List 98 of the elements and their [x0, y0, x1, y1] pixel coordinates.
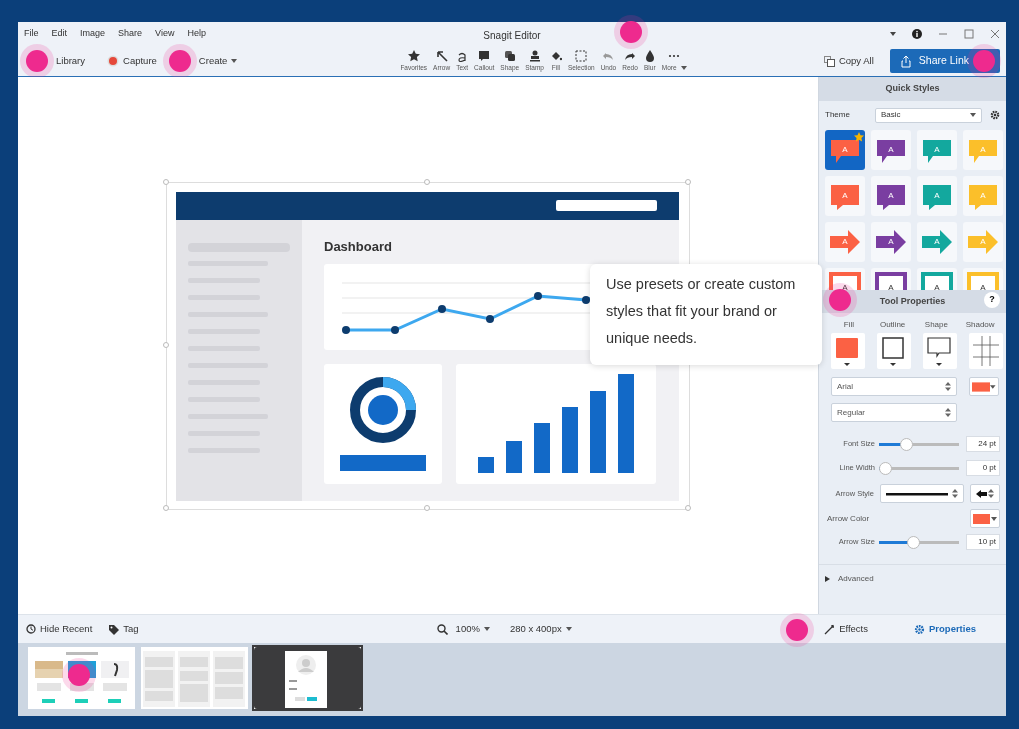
- shape-icon: [503, 49, 516, 62]
- style-label: Outline: [878, 319, 907, 331]
- panel-title: Quick Styles: [819, 77, 1006, 101]
- share-link-button[interactable]: Share Link: [889, 49, 1000, 73]
- menu-item[interactable]: Image: [80, 27, 106, 41]
- advanced-toggle[interactable]: Advanced: [819, 564, 1006, 593]
- color-swatch-icon: [972, 381, 991, 392]
- hotspot-marker[interactable]: [829, 288, 851, 311]
- library-button[interactable]: Library: [48, 53, 94, 69]
- stepper-icon: [952, 489, 959, 498]
- style-label: Shadow: [964, 319, 996, 331]
- tooltip: Use presets or create custom styles that fit your brand or unique needs.: [590, 264, 822, 365]
- menu-item[interactable]: Share: [118, 27, 143, 41]
- arrowhead-select[interactable]: [970, 484, 1000, 503]
- selection-icon: [575, 49, 588, 62]
- copy-icon: [823, 55, 835, 67]
- hotspot-marker[interactable]: [972, 50, 995, 73]
- share-icon: [900, 54, 911, 68]
- panel-title: Tool Properties: [879, 295, 946, 306]
- caret-icon: [483, 627, 490, 631]
- style-label: Fill: [842, 319, 855, 331]
- arrow-icon: [435, 49, 448, 62]
- info-icon[interactable]: [912, 29, 922, 39]
- star-icon: [407, 49, 420, 62]
- image-size-button[interactable]: 280 x 400px: [501, 621, 580, 637]
- search-icon[interactable]: [436, 623, 448, 635]
- style-preset[interactable]: A: [871, 129, 911, 170]
- dashboard-heading: Dashboard: [324, 238, 392, 254]
- hide-recent-button[interactable]: Hide Recent: [26, 621, 101, 637]
- style-preset[interactable]: A: [871, 175, 911, 216]
- caret-icon: [991, 516, 997, 521]
- stepper-icon: [945, 382, 951, 391]
- caret-icon[interactable]: [890, 32, 896, 36]
- style-button[interactable]: [923, 333, 957, 369]
- hotspot-marker[interactable]: [620, 21, 642, 43]
- caret-icon: [990, 384, 996, 389]
- style-label: Shape: [923, 319, 949, 331]
- hotspot-marker[interactable]: [26, 50, 48, 72]
- recent-capture-thumbnail[interactable]: [254, 647, 361, 709]
- properties-tab[interactable]: Properties: [906, 621, 984, 637]
- drop-icon: [643, 49, 656, 62]
- style-preset[interactable]: A: [917, 267, 957, 290]
- style-button[interactable]: [831, 333, 865, 369]
- record-icon: [107, 55, 120, 67]
- style-button[interactable]: [877, 333, 911, 369]
- create-menu-button[interactable]: Create: [190, 53, 246, 69]
- font-value: Arial: [837, 380, 853, 393]
- menu-item[interactable]: Help: [187, 27, 206, 41]
- style-preset[interactable]: A: [963, 267, 1003, 290]
- caret-icon: [680, 65, 687, 70]
- line-style-icon: [885, 491, 948, 496]
- capture-button[interactable]: Capture: [99, 53, 165, 69]
- settings-icon[interactable]: [990, 110, 1000, 120]
- slider-thumb[interactable]: [879, 461, 892, 475]
- tag-button[interactable]: Tag: [100, 621, 147, 637]
- font-color-select[interactable]: [969, 377, 999, 396]
- slider-thumb[interactable]: [900, 437, 914, 451]
- style-preset[interactable]: A: [825, 267, 865, 290]
- value-field[interactable]: 10 pt: [966, 534, 1000, 550]
- style-preset[interactable]: A: [871, 221, 911, 262]
- menu-item[interactable]: File: [24, 27, 39, 41]
- close-icon[interactable]: [990, 29, 1000, 39]
- style-preset[interactable]: A: [871, 267, 911, 290]
- value-field[interactable]: 24 pt: [966, 436, 1000, 452]
- maximize-icon[interactable]: [964, 29, 974, 39]
- menu-item[interactable]: View: [155, 27, 175, 41]
- font-style-select[interactable]: Regular: [831, 403, 957, 422]
- history-icon: [26, 624, 36, 634]
- arrow-color-label: Arrow Color: [827, 512, 870, 525]
- arrow-color-select[interactable]: [970, 509, 1000, 528]
- help-button[interactable]: ?: [984, 291, 1000, 308]
- value-field[interactable]: 0 pt: [966, 460, 1000, 476]
- caret-icon: [231, 59, 238, 63]
- disclosure-icon: [825, 576, 830, 582]
- font-select[interactable]: Arial: [831, 377, 957, 396]
- effects-tab[interactable]: Effects: [816, 621, 876, 637]
- caret-icon: [970, 113, 976, 117]
- line-style-select[interactable]: [879, 484, 965, 503]
- zoom-menu-button[interactable]: 100%: [447, 621, 498, 637]
- caret-icon: [565, 627, 572, 631]
- arrowhead-icon: [976, 489, 988, 498]
- slider-thumb[interactable]: [907, 535, 921, 549]
- callout-icon: [478, 49, 491, 62]
- hotspot-marker[interactable]: [168, 50, 191, 72]
- font-style-value: Regular: [837, 406, 865, 419]
- tag-icon: [108, 623, 120, 635]
- stamp-icon: [528, 49, 541, 62]
- hotspot-marker[interactable]: [786, 618, 809, 641]
- magic-wand-icon: [824, 623, 836, 635]
- copy-all-button[interactable]: Copy All: [815, 53, 882, 69]
- theme-select[interactable]: Basic: [875, 107, 982, 123]
- window-title: Snagit Editor: [483, 30, 541, 41]
- color-swatch-icon: [973, 513, 990, 524]
- theme-value: Basic: [881, 109, 901, 121]
- menu-item[interactable]: Edit: [51, 27, 68, 41]
- settings-icon: [914, 623, 925, 635]
- stepper-icon: [945, 408, 951, 417]
- theme-label: Theme: [825, 109, 851, 121]
